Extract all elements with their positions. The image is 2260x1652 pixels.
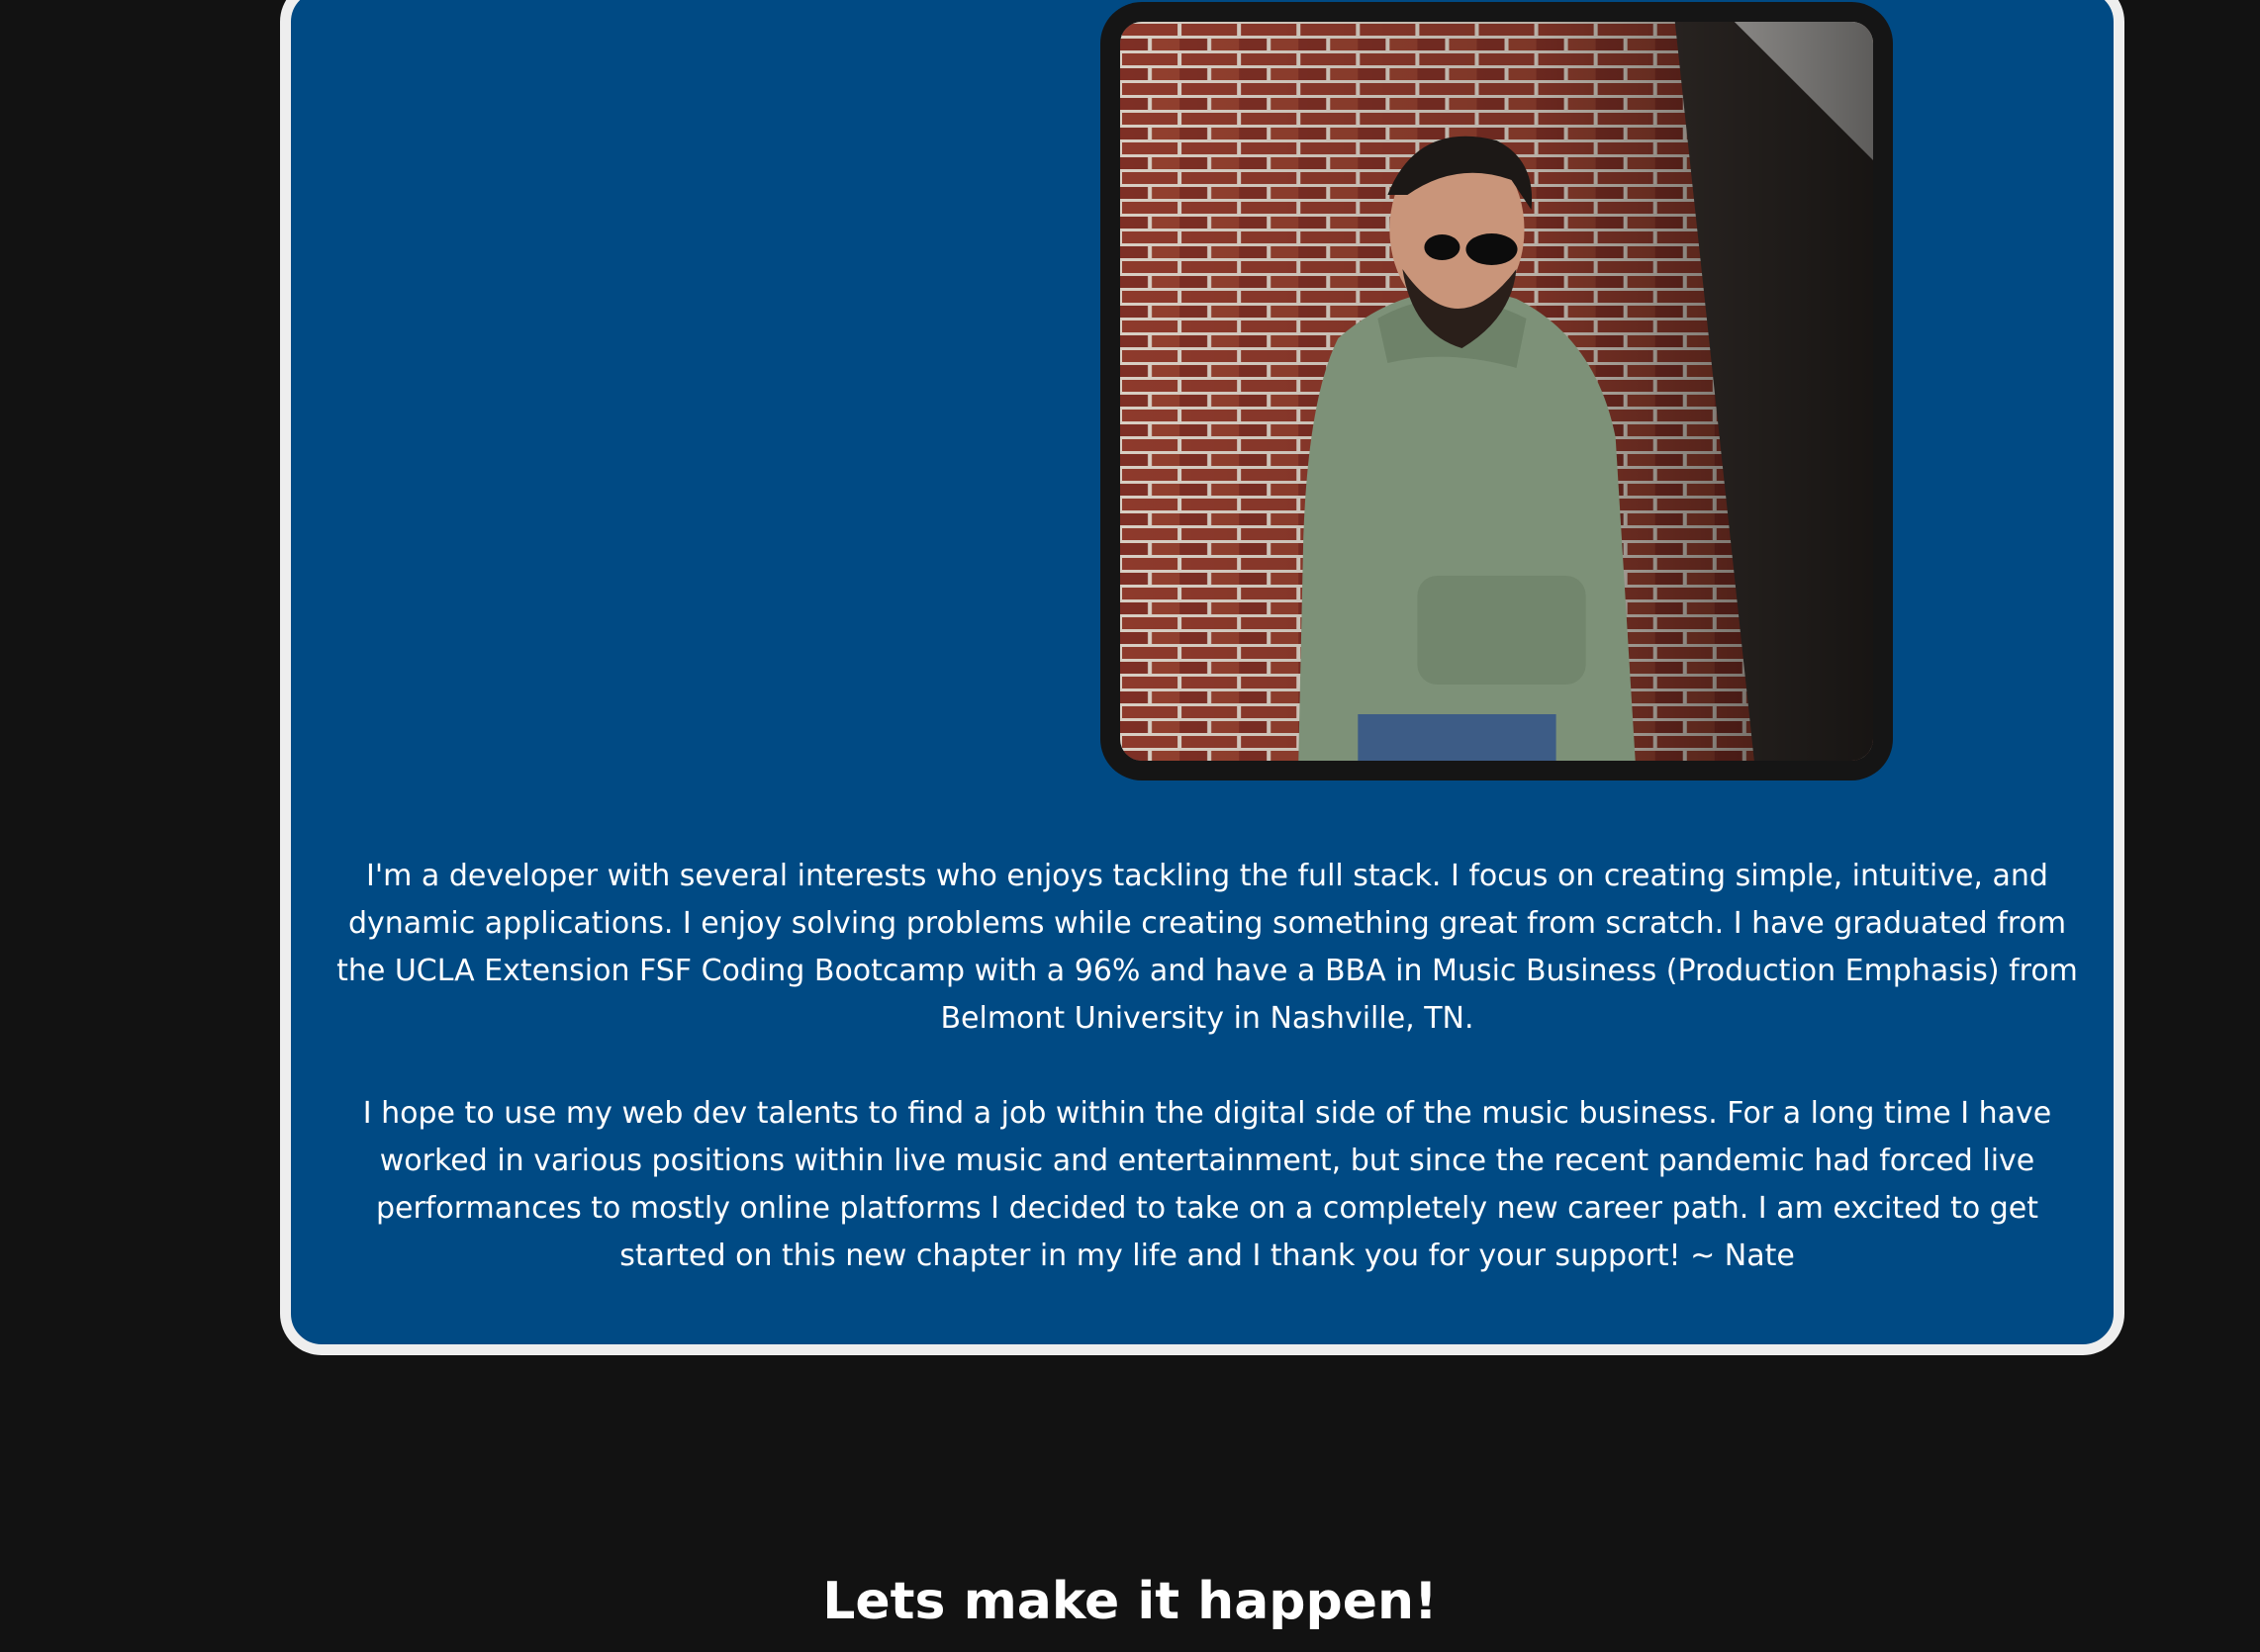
profile-photo — [1120, 22, 1873, 761]
profile-photo-illustration — [1120, 22, 1873, 761]
contact-heading: Lets make it happen! — [822, 1572, 1438, 1631]
bio-paragraph-1: I'm a developer with several interests w… — [336, 859, 2078, 1036]
profile-photo-frame — [1100, 2, 1893, 780]
bio-paragraph-2: I hope to use my web dev talents to find… — [362, 1096, 2052, 1273]
